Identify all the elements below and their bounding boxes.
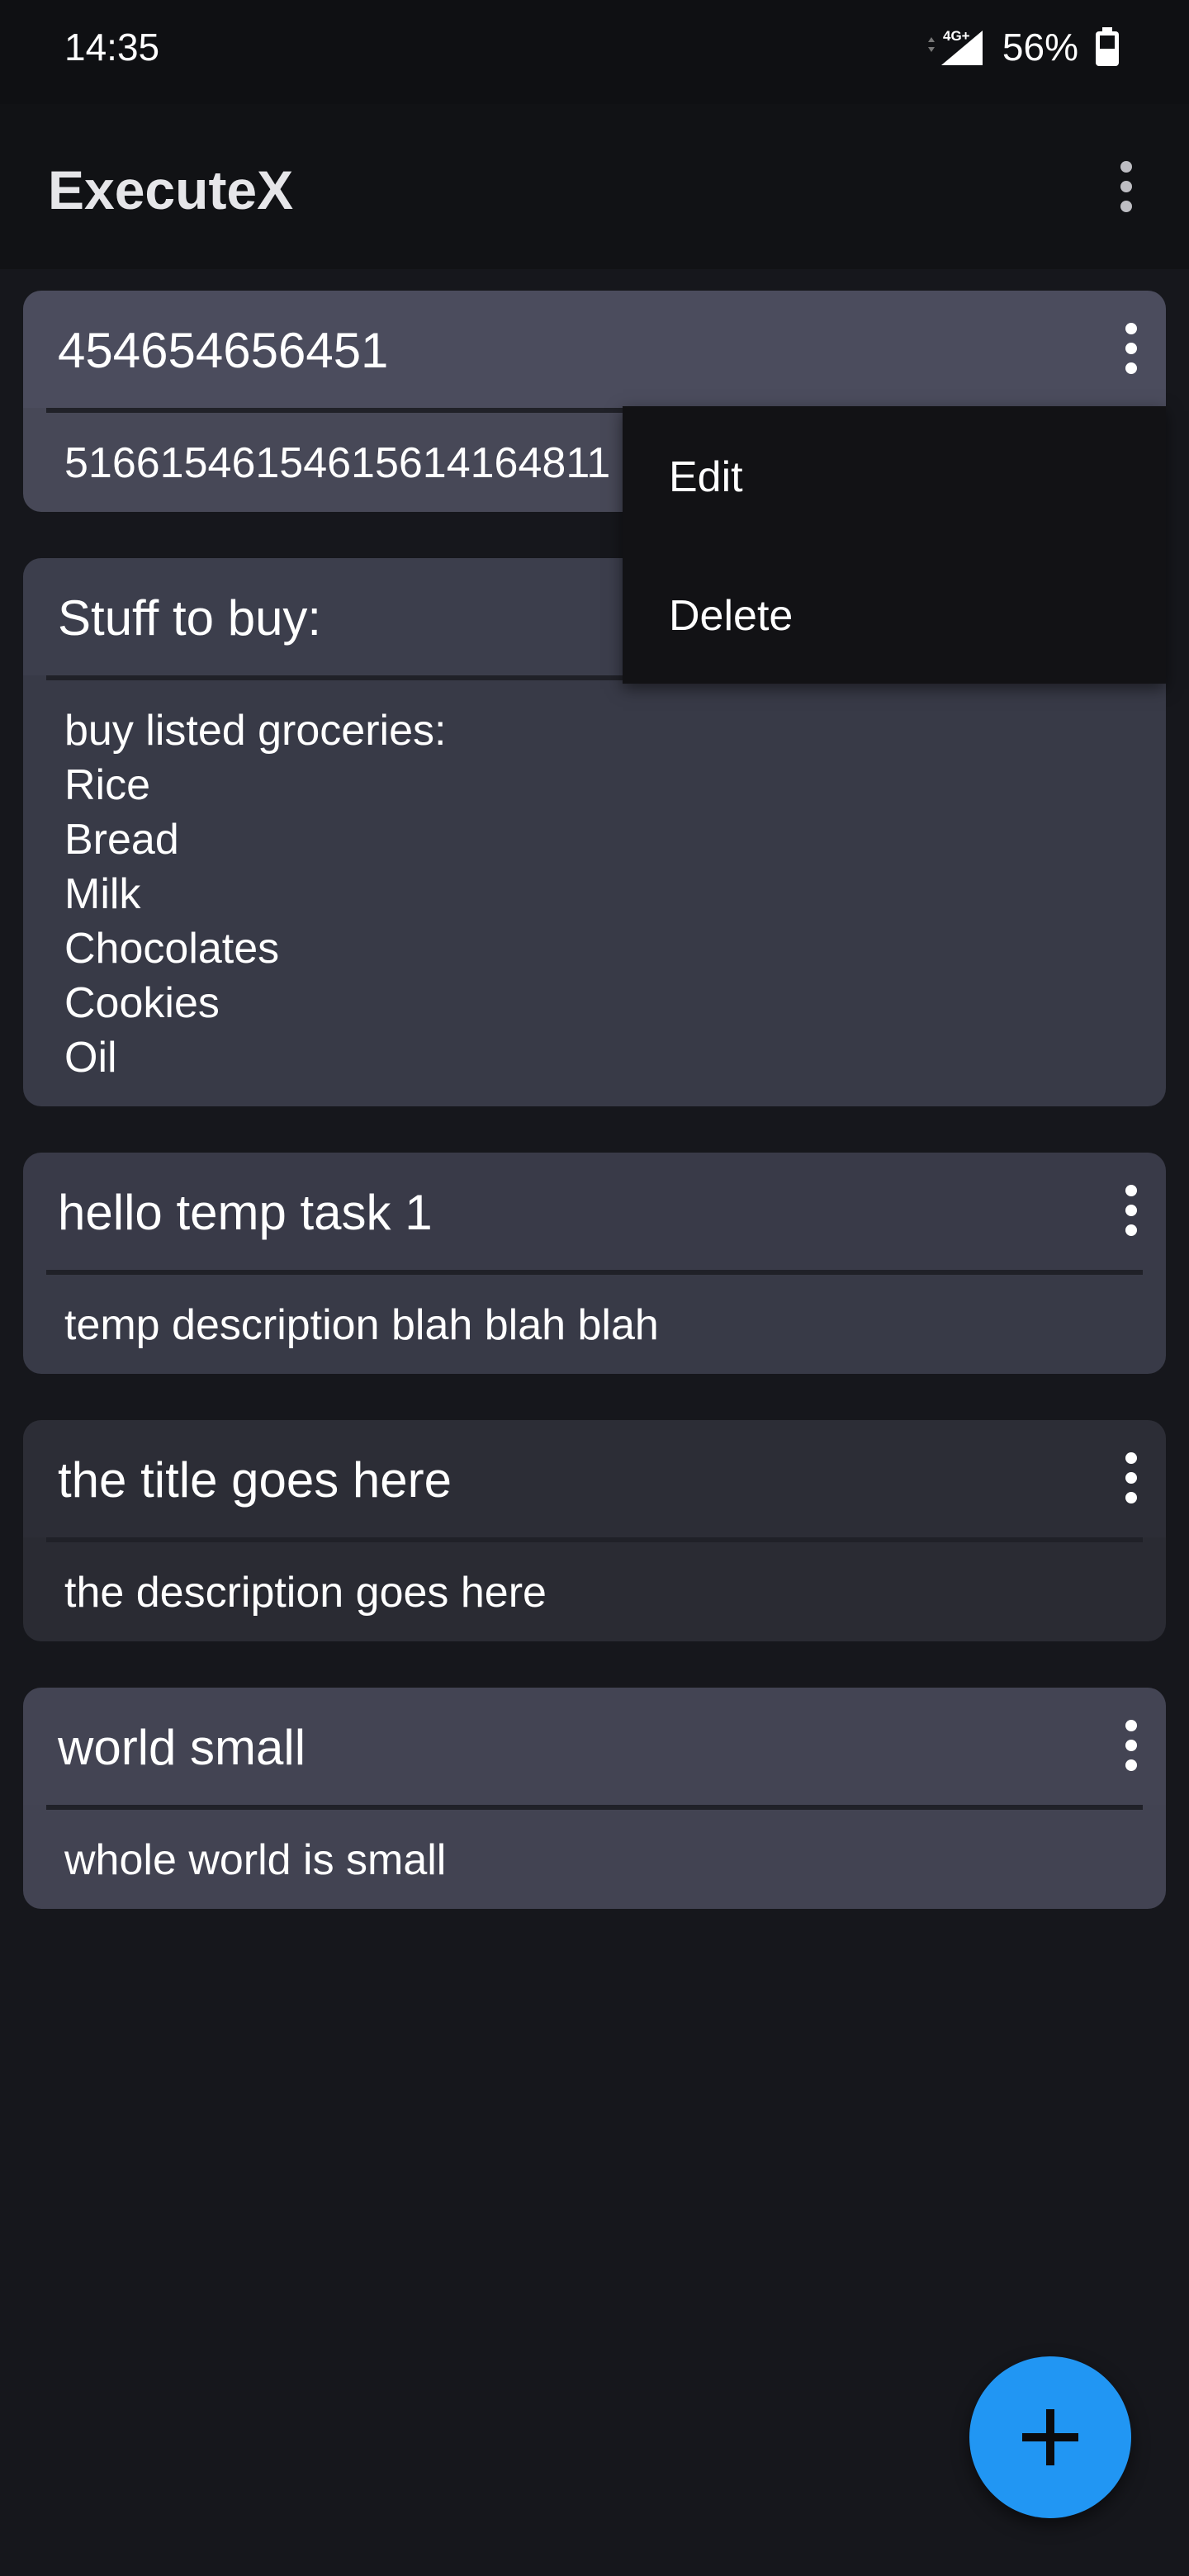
menu-item-delete[interactable]: Delete [623, 545, 1166, 684]
task-options-icon[interactable] [1115, 315, 1148, 381]
battery-percent: 56% [1002, 26, 1078, 69]
menu-item-label: Delete [669, 592, 793, 640]
task-body: buy listed groceries: Rice Bread Milk Ch… [23, 675, 1166, 1106]
status-icons: 4G+ 56% [923, 25, 1120, 69]
task-description: the description goes here [64, 1569, 547, 1617]
network-type-label: 4G+ [943, 28, 970, 44]
task-description: temp description blah blah blah [64, 1301, 659, 1349]
menu-item-label: Edit [669, 453, 743, 501]
signal-icon: 4G+ [927, 28, 983, 65]
task-header: hello temp task 1 [23, 1153, 1166, 1270]
task-header: the title goes here [23, 1420, 1166, 1537]
task-title: hello temp task 1 [58, 1185, 433, 1240]
task-options-icon[interactable] [1115, 1177, 1148, 1243]
task-body: the description goes here [23, 1537, 1166, 1641]
battery-icon [1096, 27, 1119, 66]
task-title: the title goes here [58, 1452, 452, 1508]
task-header: world small [23, 1688, 1166, 1805]
task-title: world small [58, 1720, 306, 1775]
app-bar: ExecuteX [0, 104, 1189, 269]
task-card[interactable]: world small whole world is small [23, 1688, 1166, 1909]
task-title: Stuff to buy: [58, 590, 322, 646]
task-description: buy listed groceries: Rice Bread Milk Ch… [64, 707, 447, 1082]
status-bar: 14:35 4G+ 56% [0, 0, 1189, 104]
overflow-menu-icon[interactable] [1110, 154, 1143, 220]
task-popup-menu: Edit Delete [623, 406, 1166, 684]
task-description: whole world is small [64, 1836, 447, 1884]
add-task-button[interactable] [969, 2356, 1131, 2518]
plus-icon [1022, 2409, 1078, 2465]
task-card[interactable]: the title goes here the description goes… [23, 1420, 1166, 1641]
task-options-icon[interactable] [1115, 1712, 1148, 1778]
status-time: 14:35 [64, 26, 160, 69]
task-title: 454654656451 [58, 323, 389, 378]
task-header: 454654656451 [23, 291, 1166, 408]
app-title: ExecuteX [48, 159, 294, 220]
menu-item-edit[interactable]: Edit [623, 406, 1166, 545]
task-card[interactable]: hello temp task 1 temp description blah … [23, 1153, 1166, 1374]
task-body: whole world is small [23, 1805, 1166, 1909]
task-body: temp description blah blah blah [23, 1270, 1166, 1374]
task-options-icon[interactable] [1115, 1445, 1148, 1511]
